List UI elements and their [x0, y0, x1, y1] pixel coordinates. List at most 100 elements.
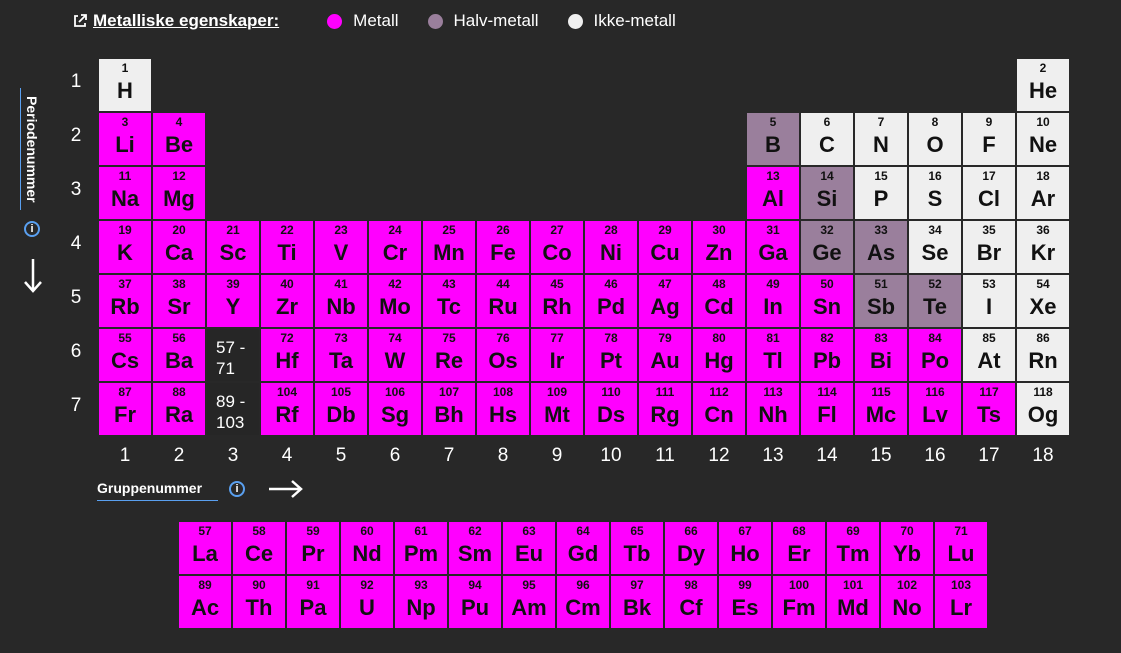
element-cell-ag[interactable]: 47 Ag [639, 275, 691, 327]
element-cell-nb[interactable]: 41 Nb [315, 275, 367, 327]
element-cell-b[interactable]: 5B [747, 113, 799, 165]
element-cell-y[interactable]: 39 Y [207, 275, 259, 327]
element-cell-dy[interactable]: 66 Dy [665, 522, 717, 574]
element-cell-pd[interactable]: 46 Pd [585, 275, 637, 327]
element-cell-ru[interactable]: 44 Ru [477, 275, 529, 327]
element-cell-mt[interactable]: 109 Mt [531, 383, 583, 435]
element-cell-ca[interactable]: 20 Ca [153, 221, 205, 273]
element-cell-rn[interactable]: 86 Rn [1017, 329, 1069, 381]
element-cell-bh[interactable]: 107 Bh [423, 383, 475, 435]
element-cell-cf[interactable]: 98 Cf [665, 576, 717, 628]
element-cell-co[interactable]: 27 Co [531, 221, 583, 273]
element-cell-sm[interactable]: 62 Sm [449, 522, 501, 574]
element-cell-v[interactable]: 23 V [315, 221, 367, 273]
element-cell-sn[interactable]: 50 Sn [801, 275, 853, 327]
element-cell-ge[interactable]: 32 Ge [801, 221, 853, 273]
element-cell-mg[interactable]: 12 Mg [153, 167, 205, 219]
element-cell-na[interactable]: 11 Na [99, 167, 151, 219]
element-cell-fr[interactable]: 87 Fr [99, 383, 151, 435]
element-cell-xe[interactable]: 54 Xe [1017, 275, 1069, 327]
element-cell-rg[interactable]: 111 Rg [639, 383, 691, 435]
element-cell-al[interactable]: 13 Al [747, 167, 799, 219]
element-cell-at[interactable]: 85 At [963, 329, 1015, 381]
element-cell-li[interactable]: 3 Li [99, 113, 151, 165]
element-cell-h[interactable]: 1H [99, 59, 151, 111]
element-cell-th[interactable]: 90 Th [233, 576, 285, 628]
element-cell-tc[interactable]: 43 Tc [423, 275, 475, 327]
element-cell-ts[interactable]: 117 Ts [963, 383, 1015, 435]
element-cell-ho[interactable]: 67 Ho [719, 522, 771, 574]
element-cell-n[interactable]: 7N [855, 113, 907, 165]
element-cell-bk[interactable]: 97 Bk [611, 576, 663, 628]
element-cell-ni[interactable]: 28 Ni [585, 221, 637, 273]
element-cell-ne[interactable]: 10 Ne [1017, 113, 1069, 165]
element-cell-u[interactable]: 92 U [341, 576, 393, 628]
element-cell-zr[interactable]: 40 Zr [261, 275, 313, 327]
element-cell-fl[interactable]: 114 Fl [801, 383, 853, 435]
element-cell-lr[interactable]: 103 Lr [935, 576, 987, 628]
element-cell-te[interactable]: 52 Te [909, 275, 961, 327]
element-cell-ra[interactable]: 88 Ra [153, 383, 205, 435]
element-cell-md[interactable]: 101 Md [827, 576, 879, 628]
element-cell-tb[interactable]: 65 Tb [611, 522, 663, 574]
element-cell-ds[interactable]: 110 Ds [585, 383, 637, 435]
element-cell-lu[interactable]: 71 Lu [935, 522, 987, 574]
element-cell-sc[interactable]: 21 Sc [207, 221, 259, 273]
element-cell-sb[interactable]: 51 Sb [855, 275, 907, 327]
element-cell-rh[interactable]: 45 Rh [531, 275, 583, 327]
element-cell-ta[interactable]: 73 Ta [315, 329, 367, 381]
element-cell-be[interactable]: 4 Be [153, 113, 205, 165]
element-cell-sr[interactable]: 38 Sr [153, 275, 205, 327]
element-cell-ir[interactable]: 77 Ir [531, 329, 583, 381]
element-cell-gd[interactable]: 64 Gd [557, 522, 609, 574]
element-cell-cn[interactable]: 112 Cn [693, 383, 745, 435]
element-cell-mo[interactable]: 42 Mo [369, 275, 421, 327]
element-cell-o[interactable]: 8O [909, 113, 961, 165]
element-cell-ba[interactable]: 56 Ba [153, 329, 205, 381]
element-cell-zn[interactable]: 30 Zn [693, 221, 745, 273]
element-cell-og[interactable]: 118 Og [1017, 383, 1069, 435]
lanthanide-range-placeholder[interactable]: 57 -71 [207, 329, 259, 381]
element-cell-fe[interactable]: 26 Fe [477, 221, 529, 273]
element-cell-nh[interactable]: 113 Nh [747, 383, 799, 435]
element-cell-se[interactable]: 34 Se [909, 221, 961, 273]
element-cell-br[interactable]: 35 Br [963, 221, 1015, 273]
element-cell-kr[interactable]: 36 Kr [1017, 221, 1069, 273]
element-cell-pu[interactable]: 94 Pu [449, 576, 501, 628]
element-cell-pr[interactable]: 59 Pr [287, 522, 339, 574]
element-cell-c[interactable]: 6C [801, 113, 853, 165]
element-cell-rb[interactable]: 37 Rb [99, 275, 151, 327]
element-cell-pb[interactable]: 82 Pb [801, 329, 853, 381]
element-cell-yb[interactable]: 70 Yb [881, 522, 933, 574]
element-cell-mn[interactable]: 25 Mn [423, 221, 475, 273]
element-cell-nd[interactable]: 60 Nd [341, 522, 393, 574]
element-cell-pm[interactable]: 61 Pm [395, 522, 447, 574]
element-cell-ar[interactable]: 18 Ar [1017, 167, 1069, 219]
element-cell-am[interactable]: 95 Am [503, 576, 555, 628]
element-cell-la[interactable]: 57 La [179, 522, 231, 574]
element-cell-np[interactable]: 93 Np [395, 576, 447, 628]
element-cell-mc[interactable]: 115 Mc [855, 383, 907, 435]
element-cell-er[interactable]: 68 Er [773, 522, 825, 574]
element-cell-re[interactable]: 75 Re [423, 329, 475, 381]
element-cell-si[interactable]: 14 Si [801, 167, 853, 219]
element-cell-cu[interactable]: 29 Cu [639, 221, 691, 273]
element-cell-cl[interactable]: 17 Cl [963, 167, 1015, 219]
element-cell-bi[interactable]: 83 Bi [855, 329, 907, 381]
element-cell-w[interactable]: 74 W [369, 329, 421, 381]
element-cell-no[interactable]: 102 No [881, 576, 933, 628]
element-cell-tm[interactable]: 69 Tm [827, 522, 879, 574]
element-cell-hg[interactable]: 80 Hg [693, 329, 745, 381]
element-cell-db[interactable]: 105 Db [315, 383, 367, 435]
element-cell-p[interactable]: 15 P [855, 167, 907, 219]
element-cell-eu[interactable]: 63 Eu [503, 522, 555, 574]
element-cell-ac[interactable]: 89 Ac [179, 576, 231, 628]
element-cell-cs[interactable]: 55 Cs [99, 329, 151, 381]
element-cell-hf[interactable]: 72 Hf [261, 329, 313, 381]
element-cell-i[interactable]: 53 I [963, 275, 1015, 327]
element-cell-rf[interactable]: 104 Rf [261, 383, 313, 435]
element-cell-os[interactable]: 76 Os [477, 329, 529, 381]
element-cell-pt[interactable]: 78 Pt [585, 329, 637, 381]
element-cell-tl[interactable]: 81 Tl [747, 329, 799, 381]
element-cell-sg[interactable]: 106 Sg [369, 383, 421, 435]
